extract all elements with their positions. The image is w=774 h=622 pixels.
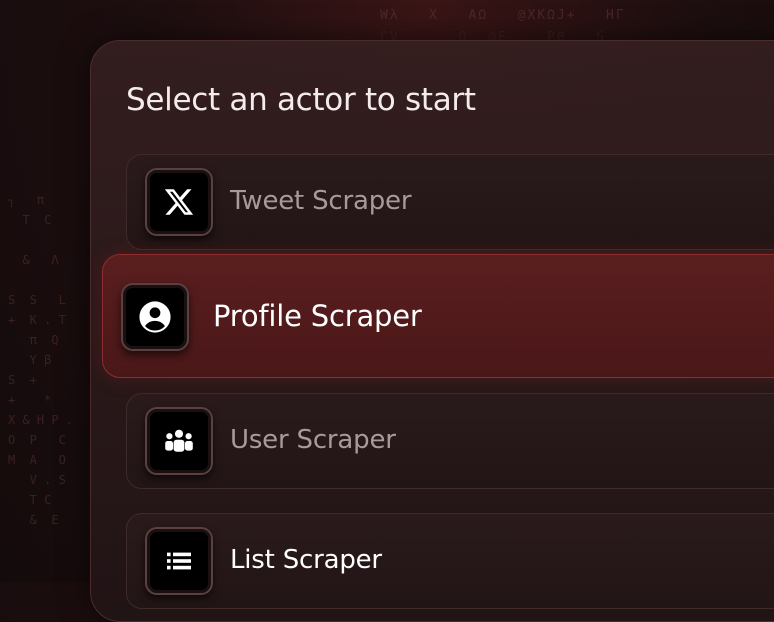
actor-item-list-scraper[interactable]: List Scraper: [126, 513, 774, 609]
background-glyphs-top: Wλ X AΩ @XKΩJ+ HГ: [380, 8, 626, 23]
actor-label-profile-scraper: Profile Scraper: [213, 299, 422, 333]
x-logo-icon: [145, 168, 213, 236]
user-circle-icon: [121, 283, 189, 351]
actor-label-user-scraper: User Scraper: [230, 425, 396, 455]
users-group-icon: [145, 407, 213, 475]
actor-label-list-scraper: List Scraper: [230, 545, 382, 575]
background-glyphs-left: ┐ π T C & Λ S S L + K . T π Q Y β S + + …: [8, 193, 74, 527]
actor-label-tweet-scraper: Tweet Scraper: [230, 186, 412, 216]
actor-item-user-scraper[interactable]: User Scraper: [126, 393, 774, 489]
actor-item-profile-scraper[interactable]: Profile Scraper: [102, 254, 774, 378]
actor-item-tweet-scraper[interactable]: Tweet Scraper: [126, 154, 774, 250]
page-title: Select an actor to start: [126, 82, 476, 118]
list-icon: [145, 527, 213, 595]
